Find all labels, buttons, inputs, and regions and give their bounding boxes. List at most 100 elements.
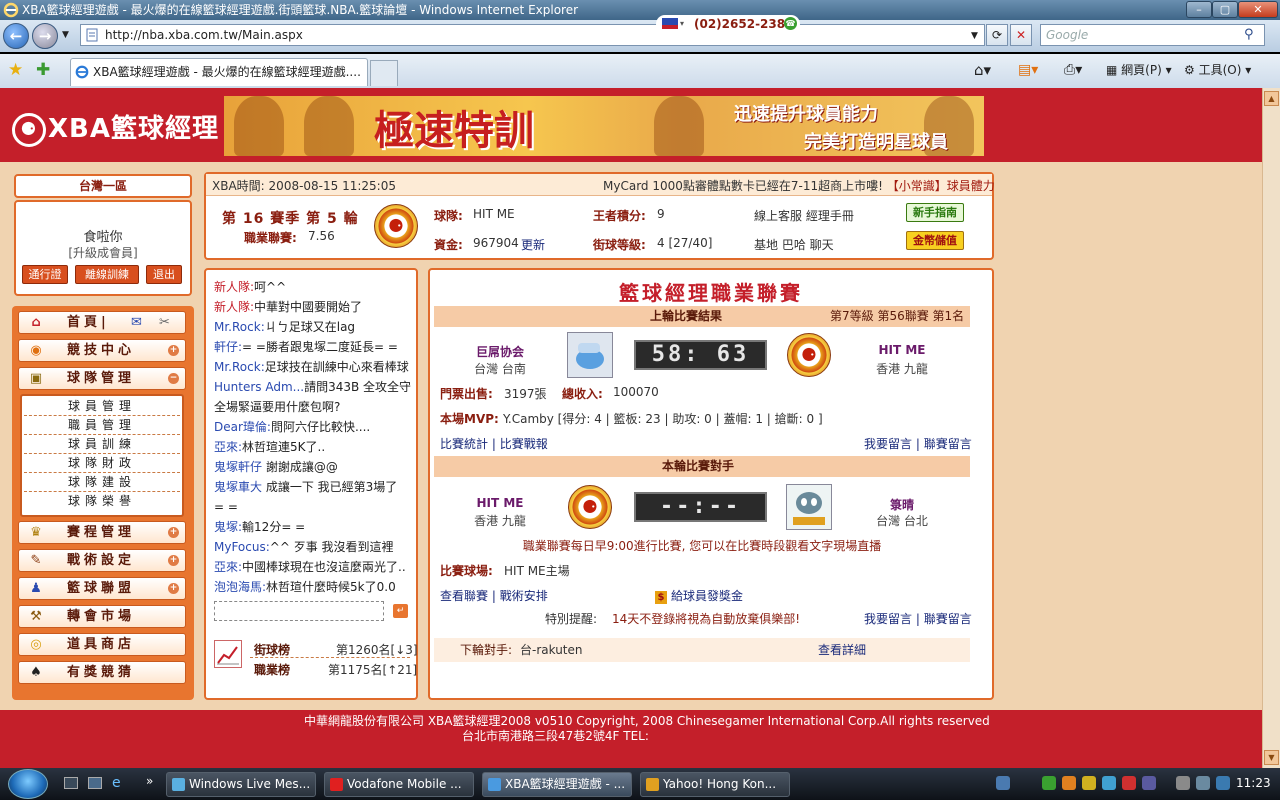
start-button[interactable] xyxy=(8,769,48,799)
maximize-button[interactable]: ▢ xyxy=(1212,1,1238,18)
match-report-link[interactable]: 比賽戰報 xyxy=(500,437,548,451)
ticker-message[interactable]: MyCard 1000點審體點數卡已經在7-11超商上市嘍! 【小常識】球員體力 xyxy=(603,177,995,194)
next-home-team-name[interactable]: HIT ME xyxy=(440,496,560,510)
minimize-button[interactable]: – xyxy=(1186,1,1212,18)
tray-app-icon[interactable] xyxy=(1122,776,1136,790)
favorites-star-icon[interactable]: ★ xyxy=(8,60,23,80)
tactics-link[interactable]: 戰術安排 xyxy=(500,589,548,603)
feeds-icon[interactable]: ▤▾ xyxy=(1018,62,1038,78)
address-bar[interactable]: http://nba.xba.com.tw/Main.aspx xyxy=(80,24,985,46)
passport-button[interactable]: 通行證 xyxy=(22,265,68,284)
menu-league[interactable]: ♟ 籃球聯盟 + xyxy=(18,577,186,600)
tools-menu[interactable]: ⚙ 工具(O) ▾ xyxy=(1184,62,1251,78)
chat-sender[interactable]: 新人隊: xyxy=(214,300,254,314)
scroll-up-button[interactable]: ▲ xyxy=(1264,91,1279,106)
scroll-down-button[interactable]: ▼ xyxy=(1264,750,1279,765)
add-favorite-icon[interactable]: ✚ xyxy=(36,60,50,80)
chat-sender[interactable]: 泡泡海馬: xyxy=(214,580,266,594)
chat-sender[interactable]: 軒仔: xyxy=(214,340,242,354)
address-dropdown-icon[interactable]: ▼ xyxy=(971,31,978,41)
more-quicklaunch-icon[interactable]: » xyxy=(146,774,153,788)
history-dropdown-icon[interactable]: ▼ xyxy=(62,30,69,40)
switch-windows-icon[interactable] xyxy=(88,777,102,789)
print-icon[interactable]: ⎙▾ xyxy=(1064,62,1082,78)
chat-sender[interactable]: 鬼塚軒仔 xyxy=(214,460,262,474)
menu-arena[interactable]: ◉ 競技中心 + xyxy=(18,339,186,362)
chat-send-button[interactable]: ↵ xyxy=(393,604,408,618)
submenu-honors[interactable]: 球隊榮譽 xyxy=(24,492,180,511)
menu-schedule[interactable]: ♛ 賽程管理 + xyxy=(18,521,186,544)
match-stats-link[interactable]: 比賽統計 | 比賽戰報 xyxy=(440,435,548,452)
community-links[interactable]: 基地 巴哈 聊天 xyxy=(754,236,834,253)
team-logo-icon[interactable]: ⚈ xyxy=(374,204,418,248)
new-tab-button[interactable] xyxy=(370,60,398,86)
away-team-name[interactable]: HIT ME xyxy=(842,343,962,357)
taskbar-item-vodafone[interactable]: Vodafone Mobile ... xyxy=(324,772,474,797)
home-team-name[interactable]: 巨屌协会 xyxy=(440,343,560,360)
tray-language-icon[interactable] xyxy=(996,776,1010,790)
menu-tactics[interactable]: ✎ 戰術設定 + xyxy=(18,549,186,572)
chat-sender[interactable]: Dear瑋倫: xyxy=(214,420,271,434)
tray-volume-icon[interactable] xyxy=(1196,776,1210,790)
promo-banner[interactable]: 極速特訓 迅速提升球員能力 完美打造明星球員 xyxy=(224,96,984,156)
chat-sender[interactable]: 鬼塚: xyxy=(214,520,242,534)
menu-item-shop[interactable]: ◎ 道具商店 xyxy=(18,633,186,656)
refresh-funds-link[interactable]: 更新 xyxy=(521,236,545,253)
newbie-guide-button[interactable]: 新手指南 xyxy=(906,203,964,222)
home-toolbar-icon[interactable]: ⌂▾ xyxy=(974,62,991,78)
submenu-finance[interactable]: 球隊財政 xyxy=(24,454,180,473)
ie-quicklaunch-icon[interactable]: e xyxy=(112,775,121,791)
menu-quiz[interactable]: ♠ 有獎競猜 xyxy=(18,661,186,684)
tray-network-icon[interactable] xyxy=(1176,776,1190,790)
back-button[interactable]: ← xyxy=(3,23,29,49)
chat-sender[interactable]: 鬼塚車大 xyxy=(214,480,262,494)
league-message-link-2[interactable]: 聯賽留言 xyxy=(924,612,972,626)
refresh-button[interactable]: ⟳ xyxy=(986,24,1008,46)
gold-topup-button[interactable]: 金幣儲值 xyxy=(906,231,964,250)
tab-xba[interactable]: XBA籃球經理遊戲 - 最火爆的在線籃球經理遊戲.... xyxy=(70,58,368,86)
submenu-staff[interactable]: 職員管理 xyxy=(24,416,180,435)
chat-sender[interactable]: 新人隊: xyxy=(214,280,254,294)
next-away-team-name[interactable]: 箓晴 xyxy=(842,496,962,513)
page-menu[interactable]: ▦ 網頁(P) ▾ xyxy=(1106,62,1172,78)
submenu-training[interactable]: 球員訓練 xyxy=(24,435,180,454)
show-desktop-icon[interactable] xyxy=(64,777,78,789)
menu-team-management[interactable]: ▣ 球隊管理 − xyxy=(18,367,186,390)
chat-sender[interactable]: Mr.Rock: xyxy=(214,320,265,334)
search-icon[interactable]: ⚲ xyxy=(1244,27,1254,42)
tray-app-icon[interactable] xyxy=(1142,776,1156,790)
tray-app-icon[interactable] xyxy=(1216,776,1230,790)
tray-app-icon[interactable] xyxy=(1062,776,1076,790)
logout-button[interactable]: 退出 xyxy=(146,265,182,284)
pro-rank-label[interactable]: 職業榜 xyxy=(254,661,290,678)
chat-sender[interactable]: 亞來: xyxy=(214,440,242,454)
tray-app-icon[interactable] xyxy=(1042,776,1056,790)
view-league-link[interactable]: 查看聯賽 | 戰術安排 xyxy=(440,587,548,604)
chat-sender[interactable]: Hunters Adm... xyxy=(214,380,304,394)
bonus-link[interactable]: $ 給球員發獎金 xyxy=(655,587,743,604)
site-logo[interactable]: ⚈ XBA籃球經理 xyxy=(12,108,219,147)
mail-icon[interactable]: ✉ xyxy=(131,312,142,333)
taskbar-item-xba[interactable]: XBA籃球經理遊戲 - ... xyxy=(482,772,632,797)
taskbar-item-yahoo[interactable]: Yahoo! Hong Kon... xyxy=(640,772,790,797)
tray-app-icon[interactable] xyxy=(1102,776,1116,790)
tray-app-icon[interactable] xyxy=(1082,776,1096,790)
chat-sender[interactable]: MyFocus: xyxy=(214,540,270,554)
menu-home[interactable]: ⌂ 首頁| ✉ ✂ xyxy=(18,311,186,334)
league-message-link[interactable]: 聯賽留言 xyxy=(924,437,972,451)
chat-sender[interactable]: 亞來: xyxy=(214,560,242,574)
forward-button[interactable]: → xyxy=(32,23,58,49)
service-links[interactable]: 線上客服 經理手冊 xyxy=(754,207,854,224)
stop-button[interactable]: ✕ xyxy=(1010,24,1032,46)
chat-sender[interactable]: Mr.Rock: xyxy=(214,360,265,374)
clock[interactable]: 11:23 xyxy=(1236,776,1271,790)
offline-training-button[interactable]: 離線訓練 xyxy=(75,265,139,284)
taskbar-item-messenger[interactable]: Windows Live Mes... xyxy=(166,772,316,797)
upgrade-member-link[interactable]: [升級成會員] xyxy=(14,244,192,261)
tools-icon[interactable]: ✂ xyxy=(159,312,170,333)
close-window-button[interactable]: ✕ xyxy=(1238,1,1278,18)
leave-message-link-2[interactable]: 我要留言 | 聯賽留言 xyxy=(864,610,972,627)
street-rank-label[interactable]: 街球榜 xyxy=(254,641,290,658)
vertical-scrollbar[interactable]: ▲ ▼ xyxy=(1262,88,1280,768)
menu-transfer[interactable]: ⚒ 轉會市場 xyxy=(18,605,186,628)
